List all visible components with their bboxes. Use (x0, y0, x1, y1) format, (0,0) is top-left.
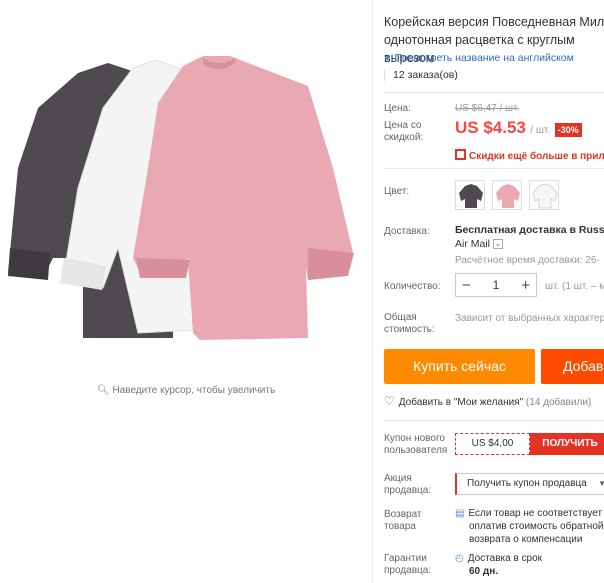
return-policy-icon: ▤ (455, 508, 465, 519)
magnifier-icon: 🔍︎ (96, 385, 110, 396)
buy-now-button[interactable]: Купить сейчас (384, 349, 535, 384)
discount-badge: -30% (554, 123, 582, 137)
color-swatch-pink[interactable] (492, 180, 522, 210)
divider (384, 420, 604, 421)
delivery-method[interactable]: Air Mail ⌄ (455, 238, 503, 250)
total-note: Зависит от выбранных характеристик (455, 313, 604, 324)
delivery-prefix: Бесплатная доставка в (455, 224, 576, 236)
current-price: US $4.53 (455, 118, 526, 137)
old-price: US $6,47 / шт. (455, 103, 520, 114)
divider (384, 92, 604, 93)
price-label: Цена: (384, 103, 411, 114)
color-label: Цвет: (384, 186, 410, 197)
delivery-method-text[interactable]: Air Mail (455, 238, 490, 250)
delivery-time: Расчётное время доставки: 26- (455, 255, 600, 266)
qr-code-icon (455, 149, 466, 161)
return-text-2: оплатив стоимость обратной (469, 521, 604, 532)
quantity-stepper: − 1 + (455, 273, 537, 297)
column-divider (372, 0, 373, 583)
guarantee-days: 60 дн. (469, 566, 499, 577)
quantity-increase-button[interactable]: + (521, 278, 530, 293)
seller-promo-label: Акция продавца: (384, 473, 432, 496)
wishlist-link[interactable]: ♡ Добавить в "Мои желания" (14 добавили) (384, 394, 591, 408)
total-label: Общая стоимость: (384, 312, 435, 335)
globe-icon: ● (384, 52, 391, 64)
color-swatch-dark-gray[interactable] (455, 180, 485, 210)
translate-link-text[interactable]: Посмотреть название на английском (394, 52, 574, 64)
color-swatch-white[interactable] (529, 180, 559, 210)
guarantee-text: Доставка в срок (467, 553, 543, 564)
zoom-hint-text: Наведите курсор, чтобы увеличить (112, 385, 276, 396)
guarantee-info: ◴ Доставка в срок 60 дн. (455, 552, 542, 578)
delivery-destination: Бесплатная доставка в Russian Federation (455, 224, 604, 236)
product-info: Корейская версия Повседневная Милая одно… (384, 0, 604, 583)
discount-price-label: Цена со скидкой: (384, 120, 424, 143)
return-text-3: возврата о компенсации (469, 534, 583, 545)
zoom-hint: 🔍︎ Наведите курсор, чтобы увеличить (0, 385, 372, 396)
price-unit: / шт. (530, 125, 551, 136)
quantity-label: Количество: (384, 281, 441, 292)
seller-coupon-text[interactable]: Получить купон продавца (467, 478, 587, 489)
guarantee-label: Гарантии продавца: (384, 553, 432, 576)
add-to-cart-button[interactable]: Добавить (541, 349, 604, 384)
orders-count: 12 заказа(ов) (384, 69, 458, 81)
quantity-decrease-button[interactable]: − (462, 278, 471, 293)
product-image[interactable] (8, 48, 360, 348)
caret-down-icon: ▼ (598, 479, 604, 488)
quantity-input[interactable]: 1 (493, 278, 500, 292)
coupon-value: US $4,00 (455, 433, 530, 455)
heart-icon: ♡ (384, 394, 395, 408)
return-text-1: Если товар не соответствует (468, 508, 603, 519)
seller-coupon-select[interactable]: Получить купон продавца ▼ (455, 473, 604, 495)
translate-link[interactable]: ● Посмотреть название на английском (384, 52, 574, 64)
chevron-down-icon[interactable]: ⌄ (492, 239, 503, 250)
product-gallery: 🔍︎ Наведите курсор, чтобы увеличить (0, 0, 372, 583)
quantity-note: шт. (1 шт. – м (545, 281, 604, 292)
divider (384, 168, 604, 169)
wishlist-text[interactable]: Добавить в "Мои желания" (399, 397, 523, 408)
delivery-country[interactable]: Russian Federation (579, 224, 604, 236)
return-label: Возврат товара (384, 509, 422, 532)
get-coupon-button[interactable]: ПОЛУЧИТЬ (530, 433, 604, 455)
current-price-row: US $4.53 / шт. -30% (455, 118, 582, 138)
app-deal[interactable]: Скидки ещё больше в приложении (455, 146, 604, 164)
wishlist-count: (14 добавили) (525, 397, 592, 408)
clock-icon: ◴ (455, 553, 464, 564)
app-deal-text[interactable]: Скидки ещё больше в приложении (469, 151, 604, 162)
delivery-label: Доставка: (384, 226, 430, 237)
new-user-coupon-label: Купон нового пользователя (384, 433, 448, 456)
return-policy: ▤ Если товар не соответствует оплатив сто… (455, 507, 603, 546)
